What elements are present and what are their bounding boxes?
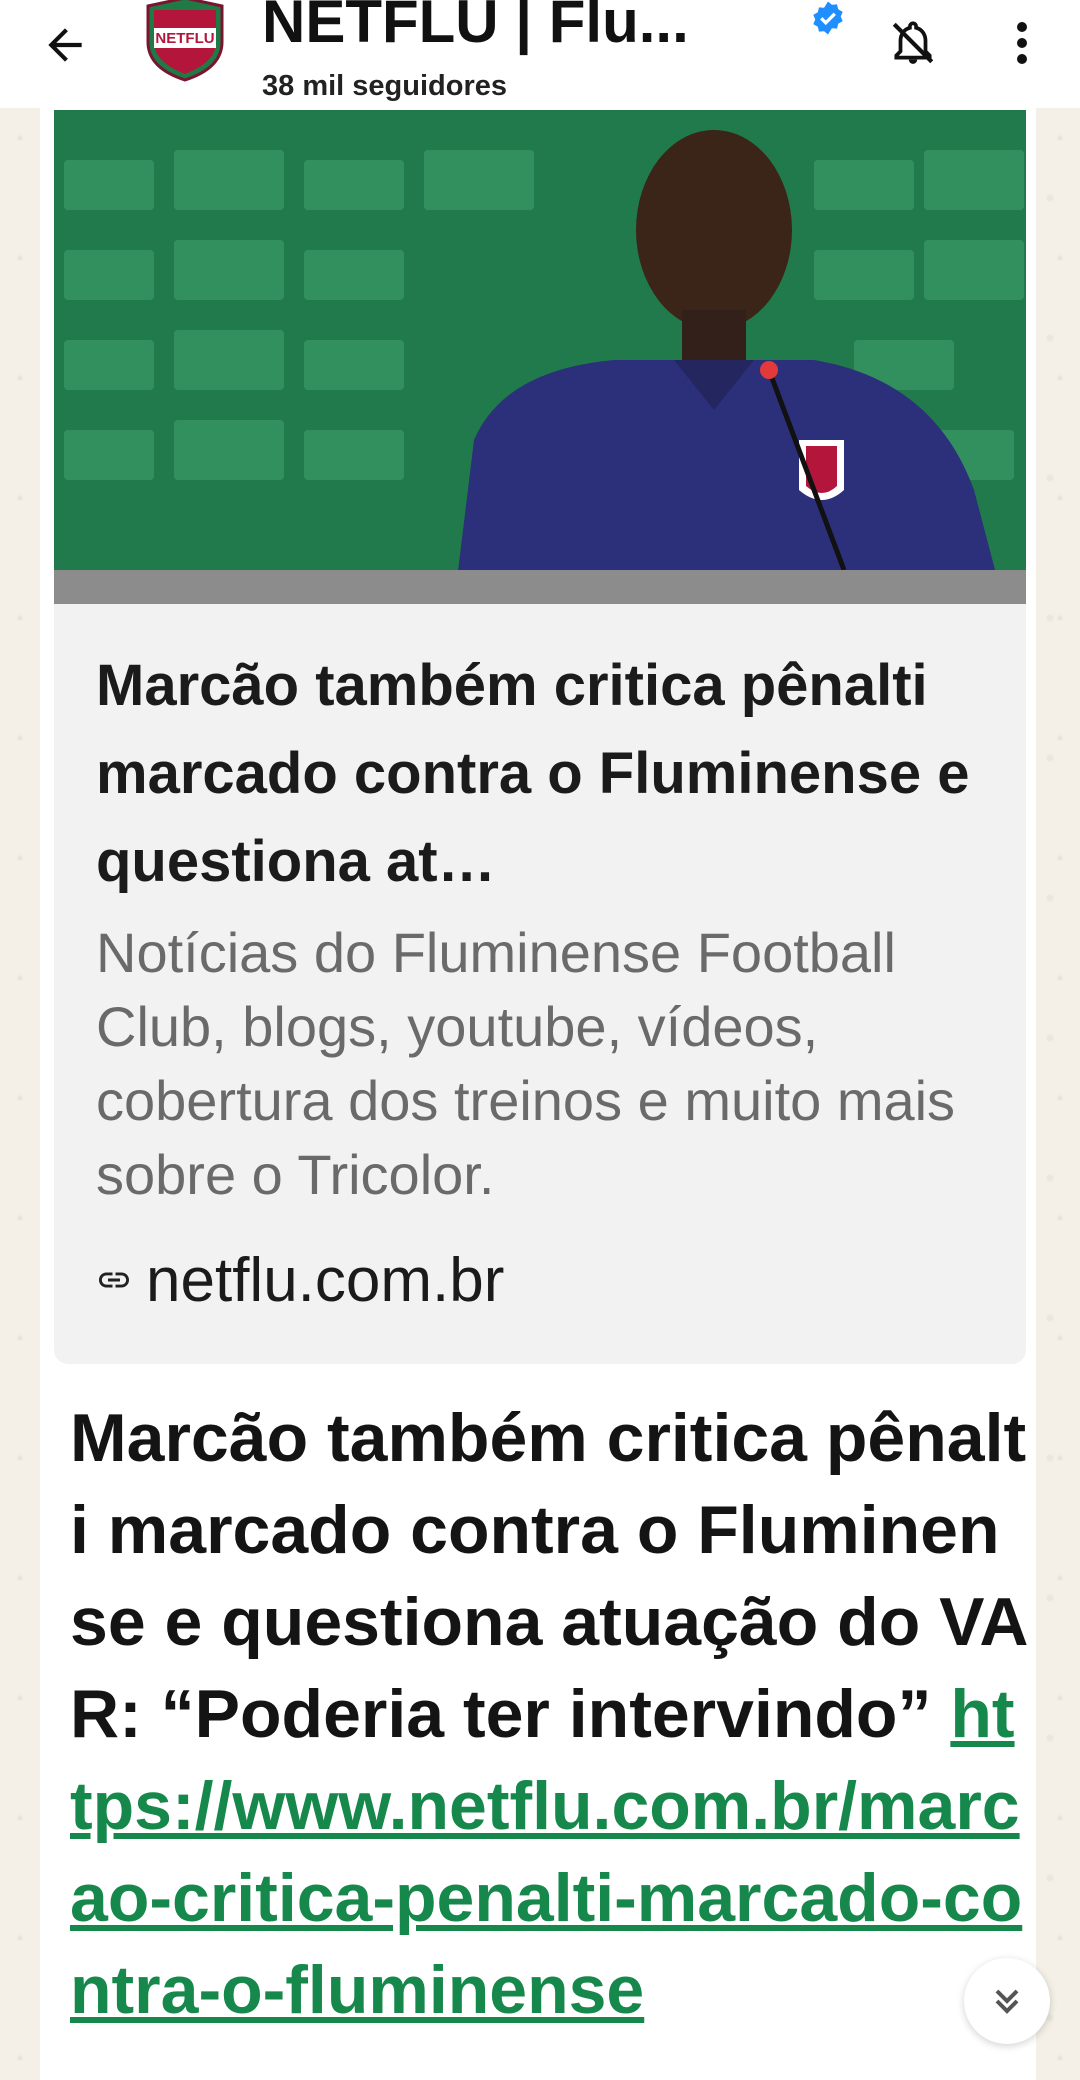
press-conference-photo bbox=[54, 110, 1026, 604]
link-preview-description: Notícias do Fluminense Football Club, bl… bbox=[96, 921, 956, 1206]
bell-off-icon bbox=[892, 21, 934, 64]
more-options-button[interactable] bbox=[990, 8, 1054, 78]
channel-title[interactable]: NETFLU | Flu... bbox=[262, 0, 762, 58]
scroll-to-bottom-button[interactable] bbox=[964, 1958, 1050, 2044]
verified-badge-icon bbox=[810, 0, 846, 36]
link-preview-title: Marcão também critica pênalti marcado co… bbox=[96, 653, 970, 894]
message-body: Marcão também critica pênalti marcado co… bbox=[70, 1400, 1029, 1752]
link-preview-card[interactable]: Marcão também critica pênalti marcado co… bbox=[54, 604, 1026, 1364]
follower-count: 38 mil seguidores bbox=[262, 70, 507, 102]
arrow-left-icon bbox=[48, 28, 82, 62]
message-text: Marcão também critica pênalti marcado co… bbox=[70, 1392, 1030, 2036]
mute-button[interactable] bbox=[878, 8, 948, 78]
back-button[interactable] bbox=[30, 10, 100, 80]
link-icon bbox=[99, 1272, 129, 1288]
link-preview-domain: netflu.com.br bbox=[146, 1245, 505, 1315]
channel-header: NETFLU NETFLU | Flu... 38 mil seguidores bbox=[0, 0, 1080, 108]
channel-avatar[interactable]: NETFLU bbox=[142, 0, 228, 82]
link-preview-domain-row: netflu.com.br bbox=[96, 1240, 504, 1320]
link-preview-image[interactable] bbox=[54, 110, 1026, 604]
double-chevron-down-icon bbox=[995, 1989, 1019, 2014]
more-vert-icon bbox=[1017, 22, 1027, 64]
netflu-logo: NETFLU bbox=[146, 0, 224, 82]
svg-text:NETFLU: NETFLU bbox=[155, 30, 214, 47]
